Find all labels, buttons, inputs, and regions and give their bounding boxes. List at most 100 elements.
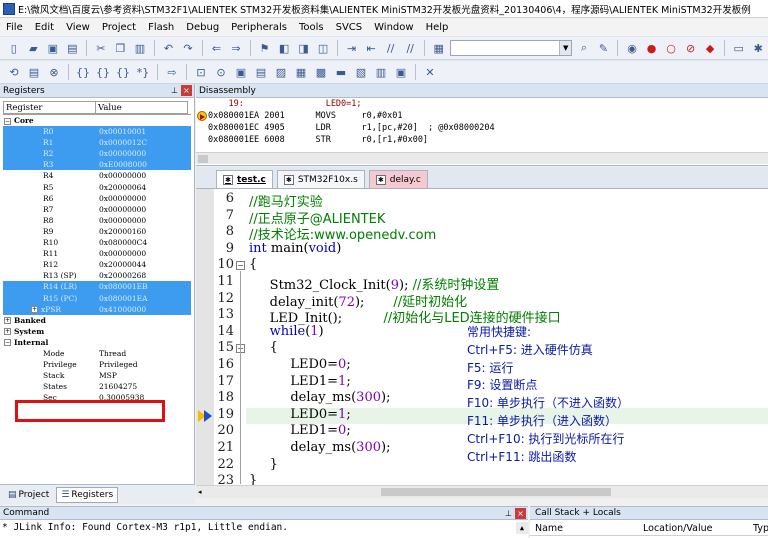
- copy-icon[interactable]: ❐: [112, 39, 130, 57]
- watch-window-icon[interactable]: ▦: [292, 63, 310, 81]
- tab-stm32f10x-s[interactable]: ✱ STM32F10x.s: [276, 170, 365, 188]
- code-line[interactable]: {: [249, 340, 278, 355]
- register-value[interactable]: 0x20000044: [96, 259, 188, 270]
- menu-svcs[interactable]: SVCS: [330, 22, 369, 33]
- settings-icon[interactable]: ✱: [749, 39, 767, 57]
- register-row[interactable]: + Banked: [3, 315, 191, 326]
- show-next-statement-icon[interactable]: ⇨: [163, 63, 181, 81]
- code-line[interactable]: delay_ms(300);: [249, 390, 390, 405]
- serial-window-icon[interactable]: ▬: [332, 63, 350, 81]
- command-output[interactable]: * JLink Info: Found Cortex-M3 r1p1, Litt…: [0, 520, 528, 538]
- menu-project[interactable]: Project: [96, 22, 142, 33]
- menu-window[interactable]: Window: [368, 22, 419, 33]
- find-combo[interactable]: ▼: [450, 40, 573, 56]
- register-value[interactable]: 0x00010001: [96, 126, 188, 137]
- register-row[interactable]: R14 (LR) 0x080001EB: [3, 281, 191, 293]
- pin-icon[interactable]: ⊥: [505, 507, 512, 520]
- chevron-down-icon[interactable]: ▼: [559, 41, 572, 55]
- find-in-files-icon[interactable]: ▦: [430, 39, 448, 57]
- save-all-icon[interactable]: ▤: [64, 39, 82, 57]
- tab-registers[interactable]: ☰ Registers: [56, 486, 119, 503]
- register-value[interactable]: 0x20000268: [96, 270, 188, 281]
- col-location[interactable]: Location/Value: [638, 520, 748, 535]
- bookmark-icon[interactable]: ⚑: [256, 39, 274, 57]
- toolbox-icon[interactable]: ✕: [421, 63, 439, 81]
- collapse-icon[interactable]: −: [4, 339, 11, 347]
- tab-project[interactable]: ▤ Project: [3, 487, 54, 503]
- disassembly-line[interactable]: 0x080001EC 4905 LDR r1,[pc,#20] ; @0x080…: [196, 122, 768, 134]
- call-stack-window-icon[interactable]: ▨: [272, 63, 290, 81]
- register-value[interactable]: 0xE0008000: [96, 159, 188, 170]
- register-value[interactable]: 0x41000000: [96, 304, 188, 315]
- register-value[interactable]: 0x0000012C: [96, 137, 188, 148]
- register-row[interactable]: R8 0x00000000: [3, 215, 191, 226]
- menu-file[interactable]: File: [0, 22, 29, 33]
- editor-gutter[interactable]: [196, 189, 214, 485]
- step-over-icon[interactable]: {}: [94, 63, 112, 81]
- code-line[interactable]: while(1): [249, 324, 324, 339]
- new-file-icon[interactable]: ▯: [5, 39, 23, 57]
- register-value[interactable]: 0x00000000: [96, 215, 188, 226]
- stop-icon[interactable]: ⊗: [45, 63, 63, 81]
- close-icon[interactable]: ×: [181, 85, 192, 96]
- scroll-thumb[interactable]: [198, 155, 208, 163]
- code-line[interactable]: LED1=1;: [249, 374, 350, 389]
- register-value[interactable]: 0x20000064: [96, 182, 188, 193]
- disassembly-window-icon[interactable]: ⊙: [212, 63, 230, 81]
- editor-hscroll[interactable]: ◂: [196, 485, 768, 498]
- nav-back-icon[interactable]: ⇐: [208, 39, 226, 57]
- symbols-window-icon[interactable]: ▣: [232, 63, 250, 81]
- register-row[interactable]: R12 0x20000044: [3, 259, 191, 270]
- register-row[interactable]: + System: [3, 326, 191, 337]
- code-line[interactable]: delay_ms(300);: [249, 440, 390, 455]
- window-layout-icon[interactable]: ▭: [730, 39, 748, 57]
- register-value[interactable]: 0x00000000: [96, 204, 188, 215]
- code-line[interactable]: {: [249, 257, 257, 272]
- system-viewer-icon[interactable]: ▣: [392, 63, 410, 81]
- menu-view[interactable]: View: [60, 22, 96, 33]
- fold-collapse-icon[interactable]: −: [236, 261, 245, 271]
- disable-breakpoint-icon[interactable]: ○: [662, 39, 680, 57]
- menu-help[interactable]: Help: [420, 22, 455, 33]
- disassembly-line[interactable]: 0x080001EE 6008 STR r0,[r1,#0x00]: [196, 134, 768, 146]
- step-out-icon[interactable]: {}: [114, 63, 132, 81]
- step-into-icon[interactable]: {}: [74, 63, 92, 81]
- analysis-window-icon[interactable]: ▧: [352, 63, 370, 81]
- close-icon[interactable]: ×: [515, 508, 526, 519]
- register-row[interactable]: R15 (PC) 0x080001EA: [3, 292, 191, 304]
- register-row[interactable]: − Core: [3, 115, 191, 126]
- col-type[interactable]: Typ: [748, 520, 768, 535]
- register-row[interactable]: R0 0x00010001: [3, 126, 191, 138]
- register-row[interactable]: R10 0x080000C4: [3, 237, 191, 248]
- register-row[interactable]: Stack MSP: [3, 370, 191, 381]
- code-editor[interactable]: 6//跑马灯实验 7//正点原子@ALIENTEK 8//技术论坛:www.open…: [196, 189, 768, 485]
- register-value[interactable]: 0x00000000: [96, 148, 188, 159]
- paste-icon[interactable]: ▥: [131, 39, 149, 57]
- register-value[interactable]: 0x080001EA: [96, 293, 188, 304]
- disassembly-line[interactable]: 0x080001EA 2001 MOVS r0,#0x01: [196, 110, 768, 122]
- register-row[interactable]: R2 0x00000000: [3, 148, 191, 160]
- code-line[interactable]: }: [249, 473, 257, 485]
- col-register[interactable]: Register: [3, 101, 96, 114]
- register-row[interactable]: States 21604275: [3, 381, 191, 392]
- disassembly-hscroll[interactable]: [196, 152, 768, 164]
- clear-bookmarks-icon[interactable]: ◫: [314, 39, 332, 57]
- indent-icon[interactable]: ⇥: [343, 39, 361, 57]
- scroll-thumb[interactable]: [381, 488, 611, 496]
- unindent-icon[interactable]: ⇤: [362, 39, 380, 57]
- disassembly-line[interactable]: 19: LED0=1;: [196, 98, 768, 110]
- register-row[interactable]: Mode Thread: [3, 348, 191, 359]
- pin-icon[interactable]: ⊥: [171, 84, 178, 98]
- next-bookmark-icon[interactable]: ◨: [295, 39, 313, 57]
- register-row[interactable]: R6 0x00000000: [3, 193, 191, 204]
- run-to-cursor-icon[interactable]: *}: [134, 63, 152, 81]
- register-value[interactable]: 0x080000C4: [96, 237, 188, 248]
- code-line[interactable]: LED0=1;: [249, 407, 350, 422]
- redo-icon[interactable]: ↷: [179, 39, 197, 57]
- run-icon[interactable]: ▤: [25, 63, 43, 81]
- expand-icon[interactable]: +: [4, 317, 11, 325]
- uncomment-icon[interactable]: ∕∕: [401, 39, 419, 57]
- expand-icon[interactable]: +: [31, 306, 38, 314]
- col-name[interactable]: Name: [530, 520, 638, 535]
- breakpoint-icon[interactable]: ●: [643, 39, 661, 57]
